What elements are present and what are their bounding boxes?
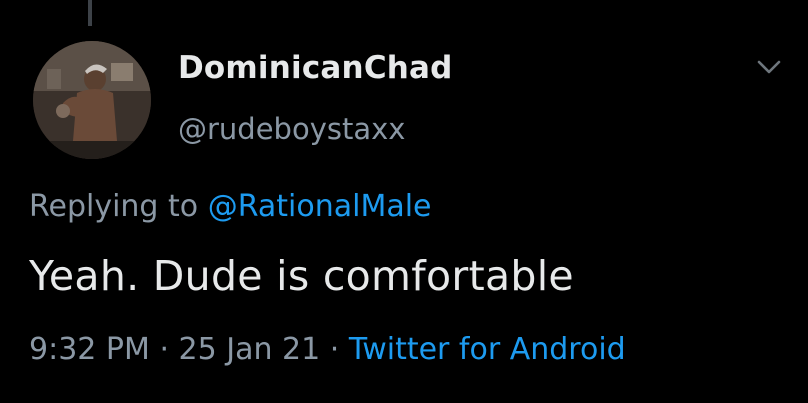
tweet-menu-button[interactable]	[755, 56, 783, 78]
author-handle[interactable]: @rudeboystaxx	[178, 112, 405, 146]
chevron-down-icon	[757, 60, 781, 74]
tweet-time[interactable]: 9:32 PM	[29, 332, 150, 367]
meta-separator: ·	[329, 332, 340, 367]
replying-to-mention-link[interactable]: @RationalMale	[208, 189, 432, 224]
replying-prefix: Replying to	[29, 189, 199, 224]
thread-connector-line	[88, 0, 92, 26]
replying-to-line: Replying to @RationalMale	[29, 189, 432, 224]
tweet-metadata: 9:32 PM · 25 Jan 21 · Twitter for Androi…	[29, 332, 626, 367]
tweet-source-link[interactable]: Twitter for Android	[349, 332, 626, 367]
meta-separator: ·	[159, 332, 169, 367]
avatar[interactable]	[33, 41, 151, 159]
profile-photo-icon	[33, 41, 151, 159]
tweet-date[interactable]: 25 Jan 21	[179, 332, 321, 367]
author-display-name[interactable]: DominicanChad	[178, 50, 453, 86]
tweet-text: Yeah. Dude is comfortable	[29, 252, 574, 300]
